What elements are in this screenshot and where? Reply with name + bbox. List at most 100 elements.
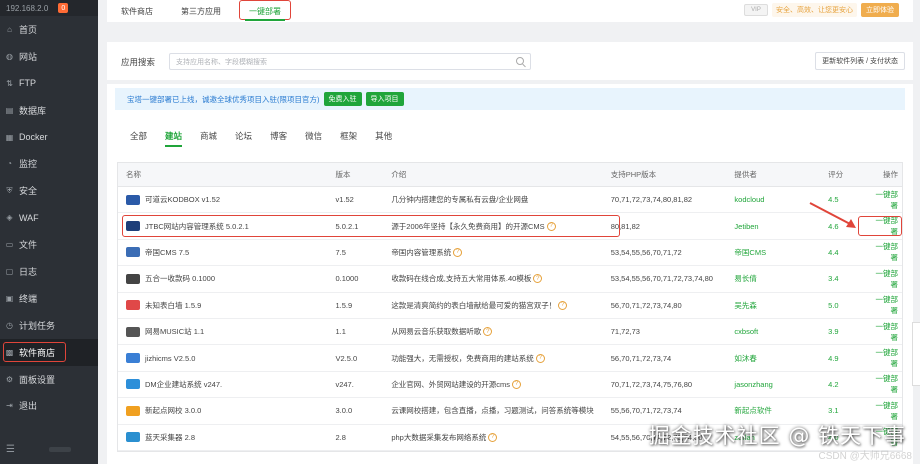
sidebar-item-5[interactable]: ◔ 监控 — [0, 150, 98, 177]
deploy-button[interactable]: 一键部署 — [868, 321, 902, 343]
top-tab-bar: 软件商店 第三方应用 一键部署 VIP 安全、高效、让您更安心 立即体验 — [107, 0, 913, 22]
folder-icon: ▭ — [5, 240, 14, 250]
category-tab-6[interactable]: 框架 — [331, 130, 366, 147]
intro-cell: 几分钟内搭建您的专属私有云盘/企业网盘 — [391, 194, 610, 205]
search-label: 应用搜索 — [121, 57, 156, 67]
sidebar-footer: ☰ — [0, 434, 98, 464]
tab-software-store[interactable]: 软件商店 — [107, 0, 167, 22]
sidebar-item-label: 安全 — [19, 186, 38, 197]
version-cell: 7.5 — [335, 247, 346, 257]
version-cell: v247. — [335, 379, 354, 389]
version-cell: 1.1 — [335, 327, 346, 337]
sidebar-item-1[interactable]: ◍ 网站 — [0, 43, 98, 70]
help-icon[interactable]: ? — [533, 274, 543, 284]
category-tab-3[interactable]: 论坛 — [226, 130, 261, 147]
sidebar-item-label: 计划任务 — [19, 320, 56, 331]
php-cell: 70,71,72,73,74,75,76,80 — [610, 379, 693, 389]
sidebar-item-13[interactable]: ⚙ 面板设置 — [0, 366, 98, 393]
try-now-button[interactable]: 立即体验 — [861, 3, 899, 17]
collapse-icon[interactable]: ☰ — [6, 444, 15, 455]
app-logo-icon — [126, 379, 140, 390]
app-name-cell: jizhicms V2.5.0 — [118, 353, 335, 364]
notice-text: 宝塔一键部署已上线，诚邀全球优秀项目入驻(限项目官方) — [127, 94, 320, 104]
category-tab-2[interactable]: 商城 — [191, 130, 226, 147]
tab-third-party[interactable]: 第三方应用 — [167, 0, 235, 22]
provider-link[interactable]: 帝国CMS — [734, 247, 828, 258]
globe-icon: ◍ — [6, 51, 13, 61]
sidebar-item-9[interactable]: ▢ 日志 — [0, 258, 98, 285]
category-tab-0[interactable]: 全部 — [121, 130, 156, 147]
help-icon[interactable]: ? — [512, 379, 522, 389]
sidebar-item-3[interactable]: ▤ 数据库 — [0, 97, 98, 124]
sidebar-item-14[interactable]: ⇥ 退出 — [0, 392, 98, 419]
tab-one-click-deploy[interactable]: 一键部署 — [235, 0, 295, 22]
app-name: 蓝天采集器 2.8 — [145, 432, 196, 442]
category-tab-7[interactable]: 其他 — [366, 130, 401, 147]
shield-icon: ⛨ — [6, 185, 13, 195]
help-icon[interactable]: ? — [558, 300, 568, 310]
category-tab-1[interactable]: 建站 — [156, 130, 191, 147]
vip-diamond-icon: VIP — [744, 4, 768, 16]
deploy-button[interactable]: 一键部署 — [868, 347, 902, 369]
sidebar-item-label: 网站 — [19, 51, 38, 62]
category-tab-4[interactable]: 博客 — [261, 130, 296, 147]
php-cell: 53,54,55,56,70,71,72,73,74,80 — [610, 274, 713, 284]
php-cell: 70,71,72,73,74,80,81,82 — [610, 195, 693, 205]
sidebar-item-label: 日志 — [19, 266, 38, 277]
deploy-button[interactable]: 一键部署 — [868, 373, 902, 395]
side-float-panel[interactable] — [912, 322, 920, 386]
score-cell: 3.9 — [828, 327, 839, 337]
sidebar-item-label: Docker — [19, 132, 48, 142]
update-software-list-button[interactable]: 更新软件列表 / 支付状态 — [815, 52, 905, 70]
intro-cell: 这款是清爽简约的表白墙献给最可爱的猫宫双子！? — [391, 300, 610, 311]
sidebar-item-7[interactable]: ◈ WAF — [0, 204, 98, 231]
help-icon[interactable]: ? — [483, 327, 493, 337]
provider-link[interactable]: 新起点软件 — [734, 405, 828, 416]
app-name-cell: 蓝天采集器 2.8 — [118, 432, 335, 443]
sidebar-item-6[interactable]: ⛨ 安全 — [0, 177, 98, 204]
deploy-button[interactable]: 一键部署 — [868, 400, 902, 422]
free-join-button[interactable]: 免费入驻 — [323, 92, 362, 106]
score-cell: 4.4 — [828, 247, 839, 257]
app-logo-icon — [126, 194, 140, 205]
app-name-cell: 网易MUSIC站 1.1 — [118, 326, 335, 337]
deploy-button[interactable]: 一键部署 — [868, 294, 902, 316]
sidebar-item-12[interactable]: ▩ 软件商店 — [0, 338, 98, 366]
provider-link[interactable]: 吴先森 — [734, 300, 828, 311]
version-cell: v1.52 — [335, 195, 354, 205]
deploy-button[interactable]: 一键部署 — [868, 241, 902, 263]
provider-link[interactable]: jasonzhang — [734, 380, 828, 389]
app-logo-icon — [126, 432, 140, 443]
intro-text: 收款码在线合成,支持五大常用体系.40模板 — [391, 274, 532, 284]
help-icon[interactable]: ? — [453, 247, 463, 257]
intro-text: 从网易云音乐获取数据听歌 — [391, 327, 482, 337]
app-name-cell: 可道云KODBOX v1.52 — [118, 194, 335, 205]
sidebar-item-2[interactable]: ⇅ FTP — [0, 70, 98, 97]
category-tab-5[interactable]: 微信 — [296, 130, 331, 147]
intro-cell: 功能强大，无需授权，免费商用的建站系统? — [391, 353, 610, 364]
help-icon[interactable]: ? — [488, 432, 498, 442]
sidebar-item-label: 首页 — [19, 24, 38, 35]
sidebar-item-10[interactable]: ▣ 终端 — [0, 285, 98, 312]
intro-cell: 企业官网、外贸网站建设的开源cms? — [391, 379, 610, 390]
intro-text: 企业官网、外贸网站建设的开源cms — [391, 379, 511, 389]
deploy-button[interactable]: 一键部署 — [868, 268, 902, 290]
sidebar-item-8[interactable]: ▭ 文件 — [0, 231, 98, 258]
waf-icon: ◈ — [6, 213, 13, 223]
table-row: 可道云KODBOX v1.52 v1.52 几分钟内搭建您的专属私有云盘/企业网盘 7… — [118, 187, 902, 214]
sidebar-item-11[interactable]: ◷ 计划任务 — [0, 312, 98, 339]
deploy-button[interactable]: 一键部署 — [868, 189, 902, 211]
search-icon[interactable] — [516, 57, 524, 65]
provider-link[interactable]: 易长倩 — [734, 273, 828, 284]
sidebar-item-4[interactable]: ▦ Docker — [0, 124, 98, 151]
import-project-button[interactable]: 导入项目 — [365, 92, 404, 106]
version-bar — [48, 446, 71, 452]
provider-link[interactable]: 如沐春 — [734, 353, 828, 364]
help-icon[interactable]: ? — [535, 353, 545, 363]
provider-link[interactable]: cxbsoft — [734, 327, 828, 336]
search-input[interactable]: 支持应用名称、字段模糊搜索 — [169, 53, 531, 70]
app-table: 名称 版本 介绍 支持PHP版本 提供者 评分 操作 可道云KODBOX v1.… — [117, 162, 903, 452]
php-cell: 80,81,82 — [610, 221, 640, 231]
database-icon: ▤ — [5, 105, 14, 115]
sidebar-item-0[interactable]: ⌂ 首页 — [0, 16, 98, 43]
